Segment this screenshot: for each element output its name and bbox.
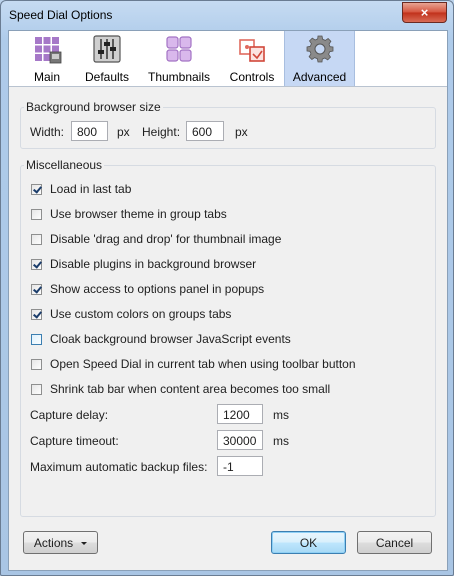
height-input[interactable]: 600 <box>186 121 224 141</box>
option-shrink-tab-bar[interactable]: Shrink tab bar when content area becomes… <box>31 381 330 397</box>
checkbox-checked[interactable] <box>31 183 42 195</box>
capture-timeout-unit: ms <box>273 434 289 448</box>
defaults-sliders-icon <box>93 35 121 63</box>
ok-button[interactable]: OK <box>271 531 346 554</box>
tab-main[interactable]: Main <box>27 31 67 86</box>
browser-size-legend: Background browser size <box>26 100 161 114</box>
actions-button-label: Actions <box>33 535 74 550</box>
thumbnails-icon <box>166 36 192 62</box>
backup-files-input[interactable]: -1 <box>217 456 263 476</box>
close-button[interactable]: × <box>402 2 447 23</box>
miscellaneous-legend: Miscellaneous <box>26 158 103 172</box>
capture-delay-label: Capture delay: <box>30 408 109 422</box>
tab-main-label: Main <box>33 70 60 84</box>
checkbox-unchecked[interactable] <box>31 208 42 220</box>
dialog-window: Speed Dial Options × Main Defaults Thumb… <box>0 0 454 576</box>
option-load-in-last-tab[interactable]: Load in last tab <box>31 181 131 197</box>
actions-button[interactable]: Actions <box>23 531 98 554</box>
tab-toolbar: Main Defaults Thumbnails Controls Advanc… <box>9 31 447 87</box>
capture-timeout-input[interactable]: 30000 <box>217 430 263 450</box>
capture-timeout-label: Capture timeout: <box>30 434 119 448</box>
option-label: Open Speed Dial in current tab when usin… <box>50 357 356 371</box>
option-use-browser-theme[interactable]: Use browser theme in group tabs <box>31 206 227 222</box>
option-label: Use browser theme in group tabs <box>50 207 227 221</box>
checkbox-checked[interactable] <box>31 258 42 270</box>
width-unit: px <box>117 125 130 139</box>
option-label: Use custom colors on groups tabs <box>50 307 232 321</box>
checkbox-unchecked[interactable] <box>31 383 42 395</box>
checkbox-unchecked[interactable] <box>31 358 42 370</box>
height-unit: px <box>235 125 248 139</box>
tab-defaults-label: Defaults <box>84 70 130 84</box>
gear-icon <box>306 35 333 63</box>
checkbox-unchecked[interactable] <box>31 233 42 245</box>
cancel-button-label: Cancel <box>375 535 414 550</box>
main-grid-icon <box>35 37 62 64</box>
checkbox-checked[interactable] <box>31 283 42 295</box>
tab-controls-label: Controls <box>229 70 275 84</box>
capture-delay-input[interactable]: 1200 <box>217 404 263 424</box>
width-input[interactable]: 800 <box>71 121 108 141</box>
window-title: Speed Dial Options <box>9 8 113 22</box>
tab-controls[interactable]: Controls <box>225 31 279 86</box>
option-label: Cloak background browser JavaScript even… <box>50 332 291 346</box>
option-label: Shrink tab bar when content area becomes… <box>50 382 331 396</box>
tab-advanced-label: Advanced <box>292 70 347 84</box>
option-label: Show access to options panel in popups <box>50 282 265 296</box>
tab-advanced[interactable]: Advanced <box>284 31 355 86</box>
option-disable-plugins[interactable]: Disable plugins in background browser <box>31 256 256 272</box>
chevron-down-icon <box>81 541 88 545</box>
height-label: Height: <box>142 125 181 139</box>
option-label: Disable 'drag and drop' for thumbnail im… <box>50 232 282 246</box>
option-custom-colors[interactable]: Use custom colors on groups tabs <box>31 306 231 322</box>
close-icon: × <box>420 5 429 20</box>
dialog-client-area: Main Defaults Thumbnails Controls Advanc… <box>8 30 448 571</box>
controls-icon <box>239 39 265 62</box>
tab-thumbnails[interactable]: Thumbnails <box>144 31 214 86</box>
cancel-button[interactable]: Cancel <box>357 531 432 554</box>
option-show-access-options[interactable]: Show access to options panel in popups <box>31 281 264 297</box>
backup-files-label: Maximum automatic backup files: <box>30 460 208 474</box>
capture-delay-unit: ms <box>273 408 289 422</box>
option-open-in-current-tab[interactable]: Open Speed Dial in current tab when usin… <box>31 356 356 372</box>
ok-button-label: OK <box>299 535 318 550</box>
title-bar[interactable]: Speed Dial Options × <box>1 1 453 31</box>
option-disable-drag-drop[interactable]: Disable 'drag and drop' for thumbnail im… <box>31 231 281 247</box>
tab-thumbnails-label: Thumbnails <box>147 70 211 84</box>
width-label: Width: <box>30 125 65 139</box>
checkbox-checked[interactable] <box>31 308 42 320</box>
checkbox-unchecked[interactable] <box>31 333 42 345</box>
tab-defaults[interactable]: Defaults <box>82 31 132 86</box>
option-cloak-js-events[interactable]: Cloak background browser JavaScript even… <box>31 331 291 347</box>
option-label: Disable plugins in background browser <box>50 257 257 271</box>
option-label: Load in last tab <box>50 182 132 196</box>
